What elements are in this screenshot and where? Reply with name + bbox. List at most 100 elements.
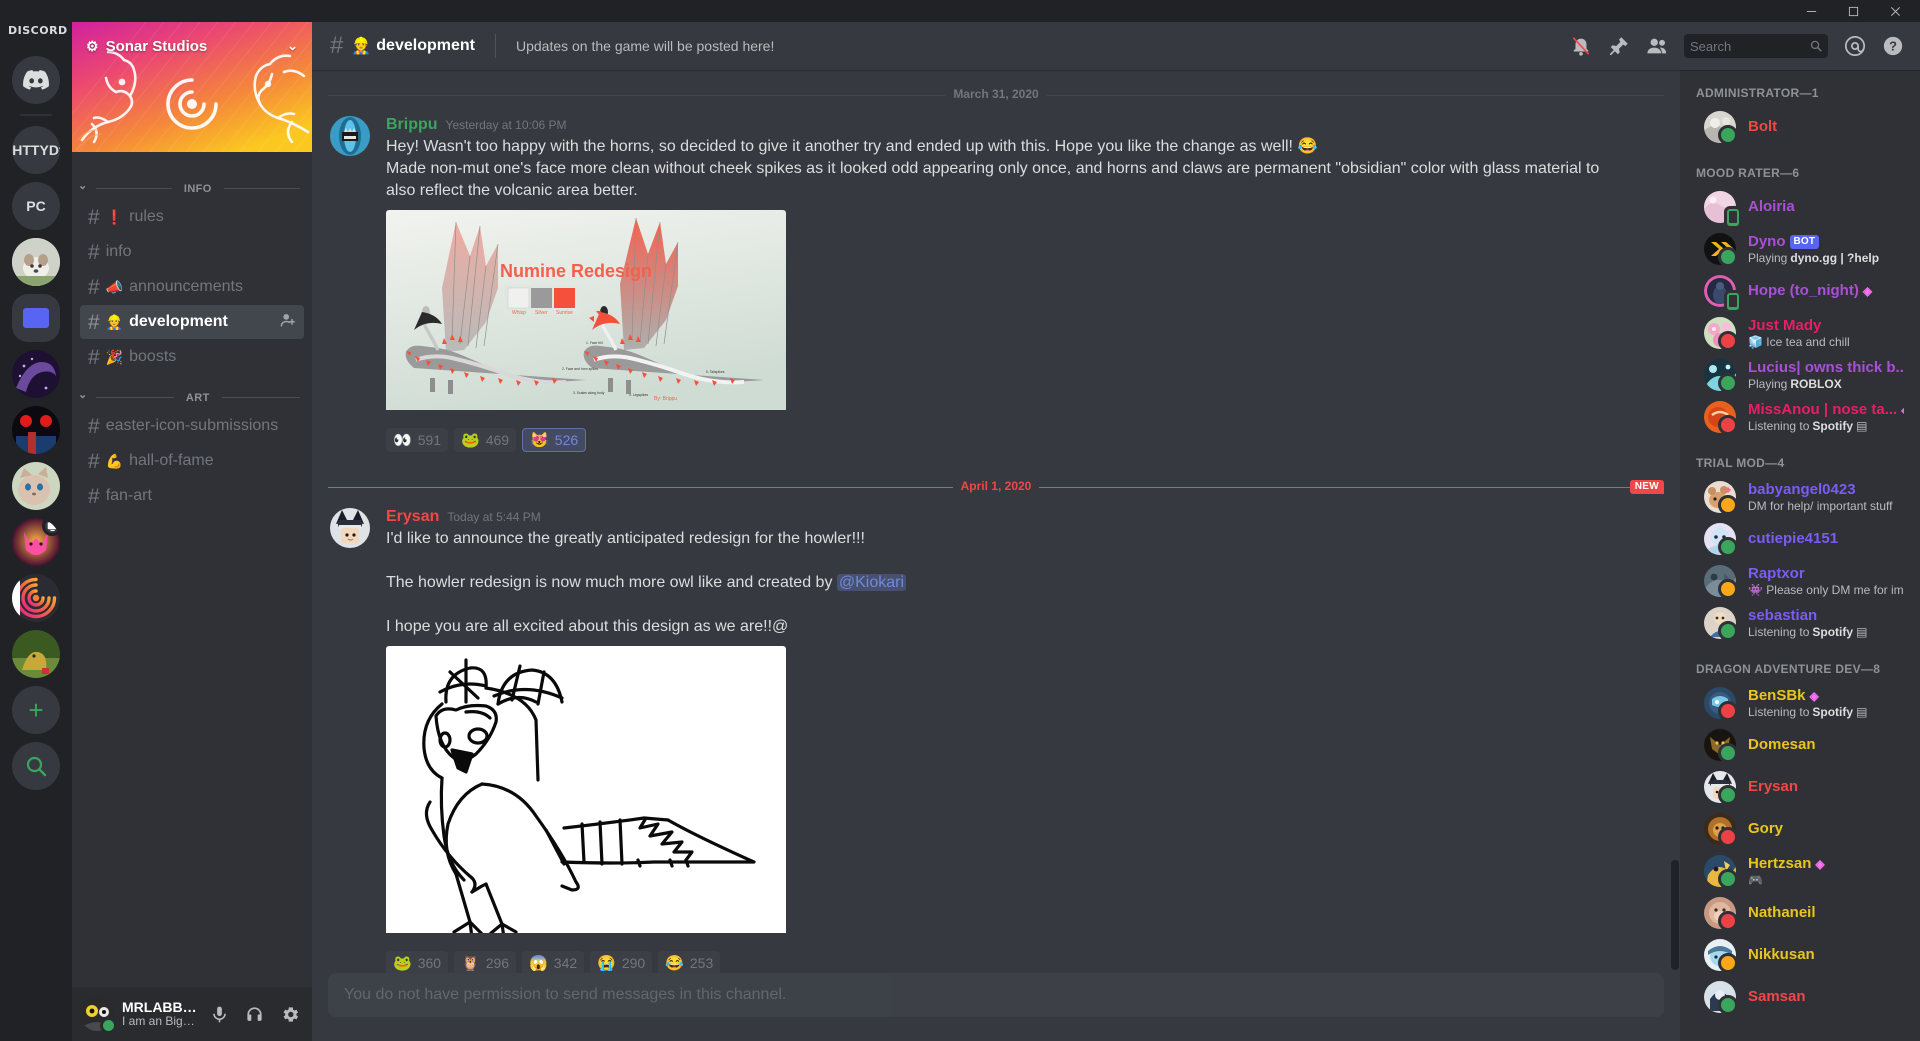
search-box[interactable] <box>1684 34 1828 58</box>
discord-wordmark: DISCORD <box>8 24 68 37</box>
category-art[interactable]: ⌄ ART <box>72 375 312 408</box>
reaction-owl[interactable]: 🦉 296 <box>454 951 517 973</box>
channel-hall-of-fame[interactable]: # 💪 hall-of-fame <box>80 444 304 478</box>
status-indicator <box>100 1017 117 1034</box>
member-nikkusan[interactable]: Nikkusan <box>1696 934 1912 976</box>
notification-muted-icon[interactable] <box>1570 35 1592 57</box>
maximize-button[interactable] <box>1832 0 1874 22</box>
message-scrollbar[interactable] <box>1671 70 1680 973</box>
guild-header-banner[interactable]: ⚙ Sonar Studios ⌄ <box>72 22 312 152</box>
member-missanou[interactable]: MissAnou | nose ta... ◈ Listening to Spo… <box>1696 396 1912 438</box>
divider-line-left <box>328 94 946 96</box>
howler-owl-drawing[interactable] <box>386 646 786 938</box>
reaction-frog[interactable]: 🐸 469 <box>454 428 517 452</box>
member-hope[interactable]: Hope (to_night) ◈ <box>1696 270 1912 312</box>
message-author[interactable]: Brippu <box>386 116 438 134</box>
close-button[interactable] <box>1874 0 1916 22</box>
page-title: 👷 development <box>351 36 475 56</box>
member-meta: Erysan <box>1748 778 1904 796</box>
member-cutiepie4151[interactable]: cutiepie4151 <box>1696 518 1912 560</box>
member-erysan[interactable]: Erysan <box>1696 766 1912 808</box>
server-folder[interactable] <box>12 294 60 342</box>
explore-servers-button[interactable] <box>12 742 60 790</box>
bot-badge: BOT <box>1789 234 1820 249</box>
avatar <box>1704 523 1738 557</box>
reaction-emoji: 🐸 <box>393 954 412 972</box>
header-divider <box>494 34 496 58</box>
channel-fan-art[interactable]: # fan-art <box>80 479 304 513</box>
member-just-mady[interactable]: Just Mady 🧊 Ice tea and chill <box>1696 312 1912 354</box>
member-sebastian[interactable]: sebastian Listening to Spotify ▤ <box>1696 602 1912 644</box>
scrollbar-thumb[interactable] <box>1671 860 1679 970</box>
member-activity: 🎮 <box>1748 872 1763 887</box>
hash-icon: # <box>88 414 100 438</box>
server-pink-fox[interactable] <box>12 518 60 566</box>
avatar <box>1704 401 1738 435</box>
member-group-administrator: ADMINISTRATOR—1 <box>1696 86 1819 100</box>
channel-easter-icon-submissions[interactable]: # easter-icon-submissions <box>80 409 304 443</box>
server-red-eyes[interactable] <box>12 406 60 454</box>
channel-boosts[interactable]: # 🎉 boosts <box>80 340 304 374</box>
minimize-button[interactable] <box>1790 0 1832 22</box>
activity-name: Spotify <box>1812 704 1854 719</box>
category-info[interactable]: ⌄ INFO <box>72 166 312 199</box>
mute-button[interactable] <box>205 998 233 1030</box>
reaction-screaming[interactable]: 😱 342 <box>522 951 585 973</box>
member-babyangel0423[interactable]: babyangel0423 DM for help/ important stu… <box>1696 476 1912 518</box>
avatar <box>1704 729 1738 763</box>
member-hertzsan[interactable]: Hertzsan ◈ 🎮 <box>1696 850 1912 892</box>
reaction-count: 591 <box>417 432 442 448</box>
user-mention[interactable]: @Kiokari <box>836 574 907 591</box>
server-green-dragon[interactable] <box>12 630 60 678</box>
member-raptxor[interactable]: Raptxor 👾 Please only DM me for imp... <box>1696 560 1912 602</box>
channel-label: hall-of-fame <box>129 452 214 469</box>
channel-announcements[interactable]: # 📣 announcements <box>80 270 304 304</box>
guild-name-row[interactable]: ⚙ Sonar Studios ⌄ <box>72 22 312 70</box>
member-dyno[interactable]: Dyno BOT Playing dyno.gg | ?help <box>1696 228 1912 270</box>
home-button[interactable] <box>12 56 60 104</box>
member-bensbk[interactable]: BenSBk ◈ Listening to Spotify ▤ <box>1696 682 1912 724</box>
reaction-joy[interactable]: 😂 253 <box>658 951 721 973</box>
message-author[interactable]: Erysan <box>386 508 439 526</box>
search-icon <box>1810 40 1822 52</box>
reaction-frog[interactable]: 🐸 360 <box>386 951 449 973</box>
message-line-2-text: The howler redesign is now much more owl… <box>386 574 837 591</box>
member-nathaneil[interactable]: Nathaneil <box>1696 892 1912 934</box>
member-bolt[interactable]: Bolt <box>1696 106 1912 148</box>
member-domesan[interactable]: Domesan <box>1696 724 1912 766</box>
reaction-sob[interactable]: 😭 290 <box>590 951 653 973</box>
server-purple-dragon[interactable] <box>12 350 60 398</box>
message-scroller[interactable]: March 31, 2020 Brippu Yesterday at 10:06… <box>312 70 1680 973</box>
member-samsan[interactable]: Samsan <box>1696 976 1912 1018</box>
reaction-heart-eyes-cat[interactable]: 😻 526 <box>522 428 587 452</box>
channel-development[interactable]: # 👷 development <box>80 305 304 339</box>
help-icon[interactable]: ? <box>1882 35 1904 57</box>
member-list-icon[interactable] <box>1646 35 1668 57</box>
reaction-eyes[interactable]: 👀 591 <box>386 428 449 452</box>
member-aloiria[interactable]: Aloiria <box>1696 186 1912 228</box>
inbox-icon[interactable] <box>1844 35 1866 57</box>
member-name-text: Hertzsan <box>1748 854 1812 872</box>
avatar[interactable] <box>330 116 370 156</box>
server-dog[interactable] <box>12 238 60 286</box>
pinned-messages-icon[interactable] <box>1608 35 1630 57</box>
avatar[interactable] <box>330 508 370 548</box>
member-name: Hope (to_night) ◈ <box>1748 282 1904 300</box>
search-input[interactable] <box>1690 38 1806 54</box>
server-pc[interactable]: PC <box>12 182 60 230</box>
add-server-button[interactable]: + <box>12 686 60 734</box>
avatar[interactable] <box>80 997 117 1034</box>
create-invite-icon[interactable] <box>280 312 296 333</box>
user-settings-button[interactable] <box>276 998 304 1030</box>
channel-rules[interactable]: # ❗ rules <box>80 200 304 234</box>
numine-redesign-image[interactable]: Numine Redesign Whisp Silver Sunrise 1. … <box>386 210 786 415</box>
deafen-button[interactable] <box>241 998 269 1030</box>
member-gory[interactable]: Gory <box>1696 808 1912 850</box>
server-sonar-studios[interactable] <box>12 574 60 622</box>
channel-info[interactable]: # info <box>80 235 304 269</box>
member-list[interactable]: ADMINISTRATOR—1 Bolt MOOD RATER—6 Aloiri… <box>1680 70 1920 1041</box>
server-cat[interactable] <box>12 462 60 510</box>
server-mhttydts[interactable]: MHTTYDts <box>12 126 60 174</box>
member-lucius[interactable]: Lucius| owns thick b... ◈ Playing ROBLOX <box>1696 354 1912 396</box>
status-indicator <box>1718 953 1738 973</box>
